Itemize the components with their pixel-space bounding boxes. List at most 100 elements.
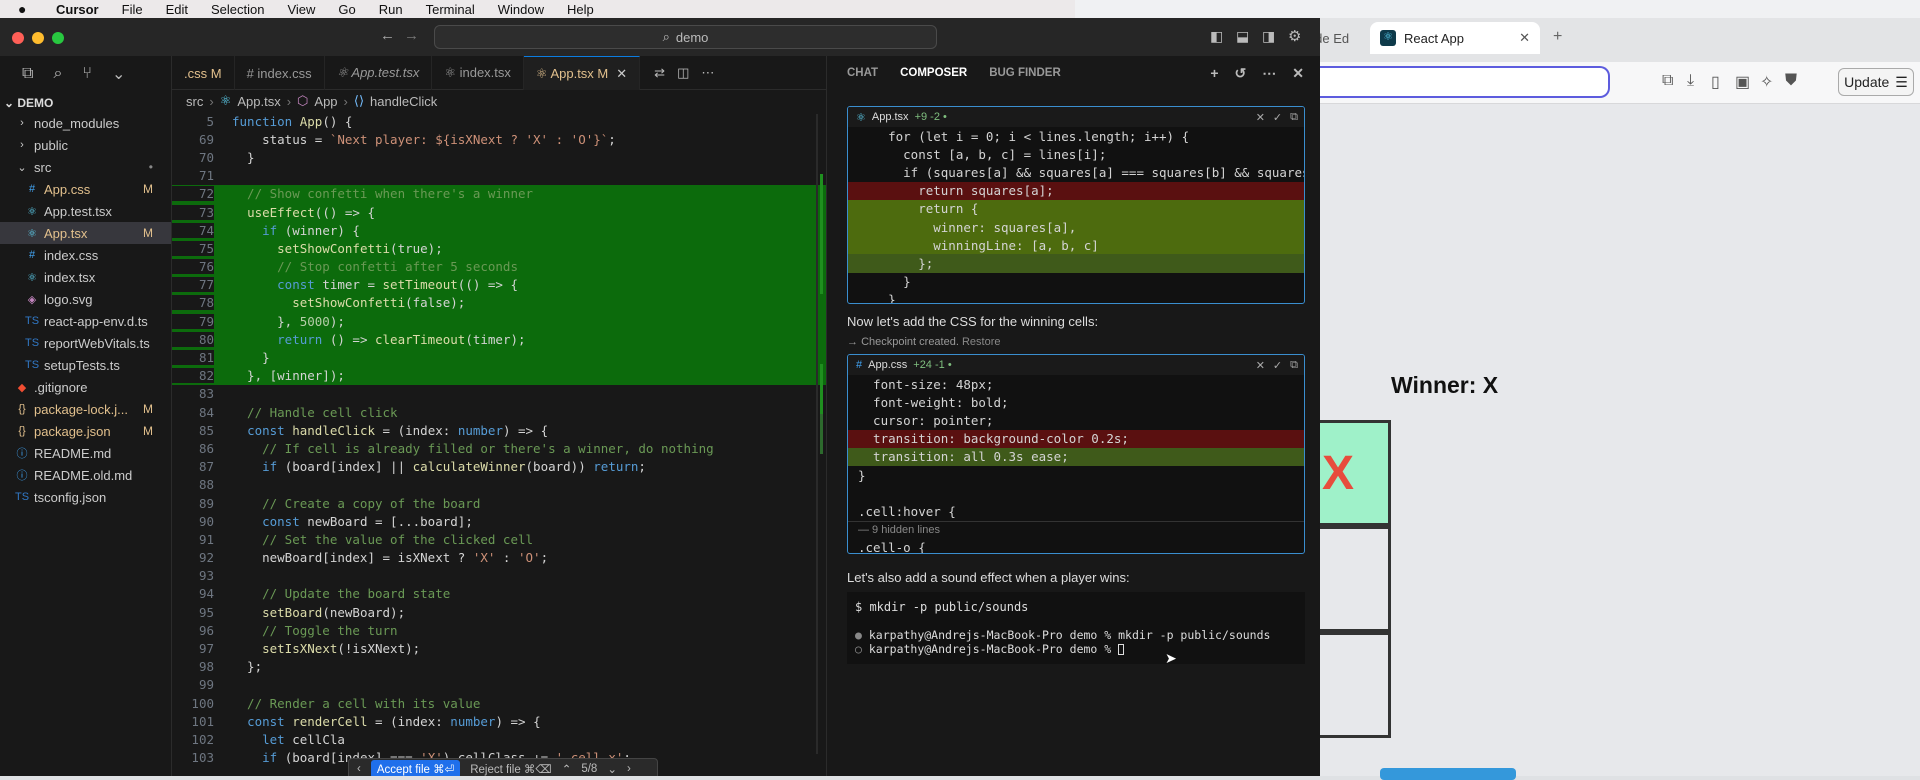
- code-line[interactable]: 78 setShowConfetti(false);: [172, 293, 826, 313]
- reject-icon[interactable]: ✕: [1256, 111, 1265, 124]
- close-icon[interactable]: ✕: [1292, 65, 1304, 82]
- tab-index-css[interactable]: # index.css: [235, 56, 325, 90]
- files-icon[interactable]: ⧉: [22, 65, 33, 83]
- hidden-lines-divider[interactable]: — 9 hidden lines: [848, 520, 1304, 539]
- explorer-root-folder[interactable]: ⌄ DEMO: [0, 92, 171, 112]
- menu-view[interactable]: View: [287, 2, 315, 17]
- code-line[interactable]: 5 function App() {: [172, 112, 826, 130]
- tab-bug-finder[interactable]: BUG FINDER: [989, 67, 1061, 79]
- code-line[interactable]: 102 let cellCla: [172, 730, 826, 748]
- file-item[interactable]: ⚛ App.test.tsx: [0, 200, 171, 222]
- wallet-icon[interactable]: ▣: [1735, 72, 1750, 92]
- file-item[interactable]: › public: [0, 134, 171, 156]
- expand-icon[interactable]: ⧉: [1290, 359, 1298, 372]
- file-item[interactable]: ⓘ README.md: [0, 442, 171, 464]
- previous-icon[interactable]: ‹: [357, 763, 361, 775]
- code-line[interactable]: 88: [172, 476, 826, 494]
- chevron-down-icon[interactable]: ⌄: [112, 64, 125, 84]
- code-line[interactable]: 99: [172, 676, 826, 694]
- breadcrumb-item[interactable]: App: [314, 94, 337, 109]
- file-item[interactable]: TS react-app-env.d.ts: [0, 310, 171, 332]
- code-line[interactable]: 97 setIsXNext(!isXNext);: [172, 639, 826, 657]
- file-item[interactable]: {} package-lock.j... M: [0, 398, 171, 420]
- command-center-search[interactable]: ⌕ demo: [434, 25, 937, 49]
- code-line[interactable]: 94 // Update the board state: [172, 585, 826, 603]
- more-actions-icon[interactable]: ⋯: [701, 65, 714, 81]
- toggle-sidebar-icon[interactable]: ◧: [1210, 28, 1223, 45]
- file-item[interactable]: TS setupTests.ts: [0, 354, 171, 376]
- terminal-output[interactable]: ● karpathy@Andrejs-MacBook-Pro demo % mk…: [847, 624, 1305, 664]
- code-line[interactable]: 83: [172, 385, 826, 403]
- tab-app-tsx[interactable]: ⚛ App.tsx M ✕: [523, 56, 641, 90]
- code-line[interactable]: 71: [172, 167, 826, 185]
- code-line[interactable]: 74 if (winner) {: [172, 221, 826, 240]
- code-line[interactable]: 93: [172, 567, 826, 585]
- sidebar-icon[interactable]: ▯: [1711, 72, 1720, 92]
- code-line[interactable]: 87 if (board[index] || calculateWinner(b…: [172, 458, 826, 476]
- minimize-window-button[interactable]: [32, 32, 44, 44]
- code-line[interactable]: 75 setShowConfetti(true);: [172, 239, 826, 258]
- file-item[interactable]: {} package.json M: [0, 420, 171, 442]
- search-icon[interactable]: ⌕: [53, 65, 62, 83]
- apple-icon[interactable]: ●: [18, 1, 34, 17]
- menu-window[interactable]: Window: [498, 2, 544, 17]
- code-line[interactable]: 69 status = `Next player: ${isXNext ? 'X…: [172, 130, 826, 148]
- file-item[interactable]: TS reportWebVitals.ts: [0, 332, 171, 354]
- source-control-icon[interactable]: ⑂: [82, 65, 92, 83]
- update-button[interactable]: Update ☰: [1838, 68, 1914, 96]
- tab-chat[interactable]: CHAT: [847, 67, 878, 79]
- restore-link[interactable]: Restore: [962, 336, 1001, 348]
- close-icon[interactable]: ✕: [616, 66, 627, 82]
- terminal-command-card[interactable]: $ mkdir -p public/sounds: [847, 592, 1305, 624]
- toggle-secondary-sidebar-icon[interactable]: ◨: [1262, 28, 1275, 45]
- file-item[interactable]: ◈ logo.svg: [0, 288, 171, 310]
- open-changes-icon[interactable]: ⇄: [654, 65, 665, 81]
- code-line[interactable]: 73 useEffect(() => {: [172, 202, 826, 222]
- code-area[interactable]: 5 function App() {69 status = `Next playe…: [172, 112, 826, 776]
- scrollbar-track[interactable]: [816, 114, 818, 754]
- menu-run[interactable]: Run: [379, 2, 403, 17]
- expand-icon[interactable]: ⧉: [1290, 111, 1298, 124]
- code-line[interactable]: 85 const handleClick = (index: number) =…: [172, 421, 826, 439]
- toggle-panel-icon[interactable]: ⬓: [1236, 28, 1249, 45]
- reset-button[interactable]: [1380, 768, 1516, 780]
- next-icon[interactable]: ›: [627, 763, 631, 775]
- close-window-button[interactable]: [12, 32, 24, 44]
- code-line[interactable]: 86 // If cell is already filled or there…: [172, 439, 826, 457]
- code-line[interactable]: 96 // Toggle the turn: [172, 621, 826, 639]
- file-item[interactable]: ⓘ README.old.md: [0, 464, 171, 486]
- extensions-icon[interactable]: ⧉: [1662, 72, 1673, 90]
- code-line[interactable]: 82 }, [winner]);: [172, 366, 826, 385]
- menu-app[interactable]: Cursor: [56, 2, 99, 17]
- breadcrumb-item[interactable]: handleClick: [370, 94, 437, 109]
- download-icon[interactable]: ⤓: [1687, 72, 1694, 90]
- code-line[interactable]: 92 newBoard[index] = isXNext ? 'X' : 'O'…: [172, 549, 826, 567]
- code-line[interactable]: 76 // Stop confetti after 5 seconds: [172, 257, 826, 276]
- code-line[interactable]: 77 const timer = setTimeout(() => {: [172, 275, 826, 294]
- code-line[interactable]: 81 }: [172, 348, 826, 367]
- accept-icon[interactable]: ✓: [1273, 111, 1282, 124]
- leo-icon[interactable]: ✧: [1760, 72, 1773, 92]
- forward-arrow-icon[interactable]: →: [404, 27, 419, 44]
- file-item[interactable]: # index.css: [0, 244, 171, 266]
- browser-tab-react-app[interactable]: ⚛ React App ✕: [1370, 22, 1540, 54]
- file-item[interactable]: › node_modules: [0, 112, 171, 134]
- settings-gear-icon[interactable]: ⚙: [1288, 27, 1301, 45]
- reject-file-button[interactable]: Reject file ⌘⌫: [470, 762, 551, 776]
- accept-icon[interactable]: ✓: [1273, 359, 1282, 372]
- file-item[interactable]: # App.css M: [0, 178, 171, 200]
- more-icon[interactable]: ⋯: [1262, 65, 1276, 82]
- menu-selection[interactable]: Selection: [211, 2, 264, 17]
- history-icon[interactable]: ↺: [1235, 65, 1247, 82]
- menu-edit[interactable]: Edit: [166, 2, 188, 17]
- code-line[interactable]: 72 // Show confetti when there's a winne…: [172, 184, 826, 203]
- code-line[interactable]: 90 const newBoard = [...board];: [172, 512, 826, 530]
- accept-file-button[interactable]: Accept file ⌘⏎: [370, 760, 461, 776]
- diff-file-name[interactable]: App.css: [868, 359, 907, 371]
- code-line[interactable]: 80 return () => clearTimeout(timer);: [172, 330, 826, 349]
- code-line[interactable]: 84 // Handle cell click: [172, 403, 826, 421]
- new-tab-icon[interactable]: +: [1553, 28, 1562, 46]
- chevron-down-icon[interactable]: ⌄: [607, 762, 617, 776]
- menu-terminal[interactable]: Terminal: [426, 2, 475, 17]
- tab-close-icon[interactable]: ✕: [1519, 30, 1530, 46]
